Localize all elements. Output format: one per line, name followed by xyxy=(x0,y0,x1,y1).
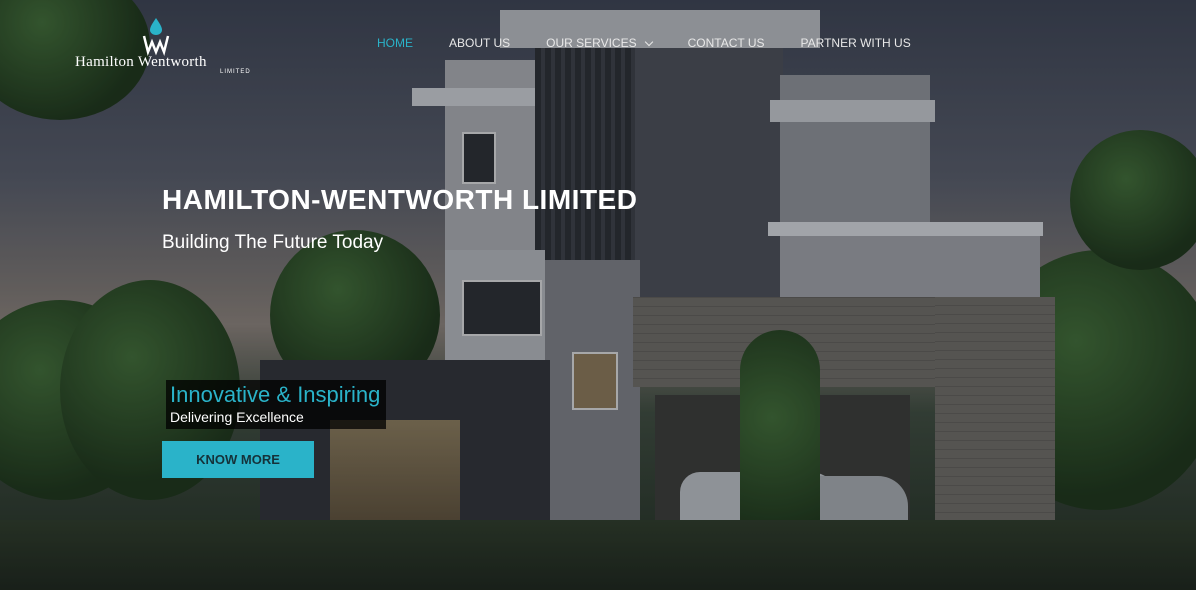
nav-about-us[interactable]: ABOUT US xyxy=(449,36,510,50)
nav-our-services-label: OUR SERVICES xyxy=(546,36,637,50)
logo-subtitle: LIMITED xyxy=(220,69,251,75)
logo-mark-icon xyxy=(142,18,170,56)
know-more-button[interactable]: KNOW MORE xyxy=(162,441,314,478)
hero-title: HAMILTON-WENTWORTH LIMITED xyxy=(162,184,638,215)
tagline-subtitle: Delivering Excellence xyxy=(170,409,304,425)
site-logo[interactable]: Hamilton Wentworth LIMITED xyxy=(75,18,255,76)
nav-home[interactable]: HOME xyxy=(377,36,413,50)
tagline-title: Innovative & Inspiring xyxy=(170,382,381,407)
hero-background-image xyxy=(0,0,1196,590)
nav-contact-us[interactable]: CONTACT US xyxy=(688,36,765,50)
chevron-down-icon xyxy=(644,37,653,47)
logo-wordmark: Hamilton Wentworth xyxy=(75,54,207,70)
hero-subtitle: Building The Future Today xyxy=(162,232,384,253)
tagline-box: Innovative & Inspiring Delivering Excell… xyxy=(166,380,387,429)
main-navigation: HOME ABOUT US OUR SERVICES CONTACT US PA… xyxy=(377,36,911,50)
nav-our-services[interactable]: OUR SERVICES xyxy=(546,36,653,50)
nav-partner-with-us[interactable]: PARTNER WITH US xyxy=(801,36,911,50)
